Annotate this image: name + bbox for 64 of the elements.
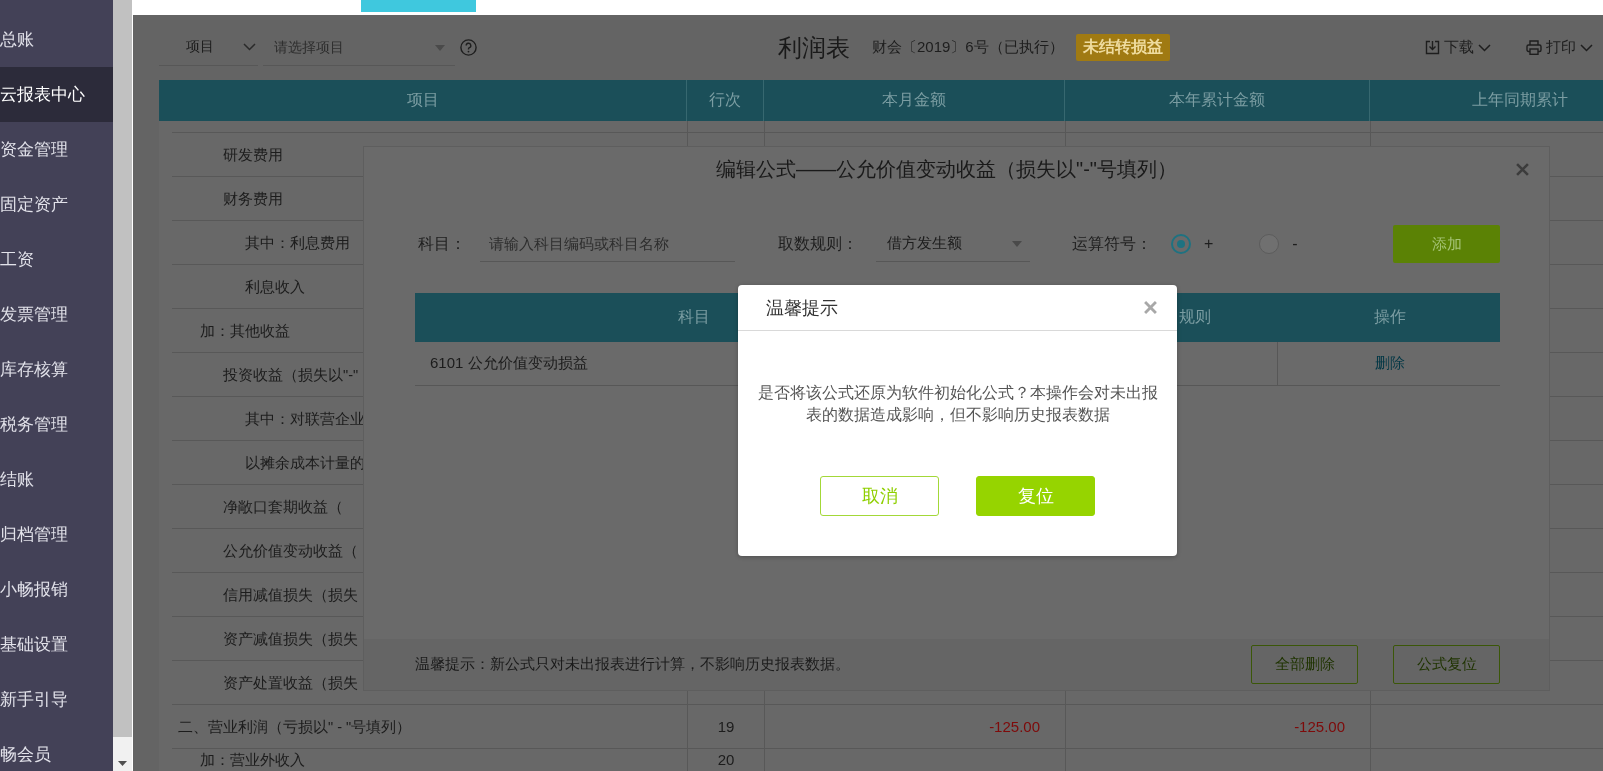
row-label: 财务费用 — [223, 189, 283, 208]
chevron-down-icon — [1580, 43, 1593, 52]
sidebar-item[interactable]: 畅会员 — [0, 727, 113, 771]
row-label: 信用减值损失（损失 — [223, 585, 358, 604]
column-header: 行次 — [687, 80, 764, 121]
footer-note: 温馨提示：新公式只对未出报表进行计算，不影响历史报表数据。 — [415, 655, 850, 674]
radio-icon[interactable] — [1171, 234, 1191, 254]
alert-title: 温馨提示 — [766, 296, 838, 320]
sidebar-item[interactable]: 结账 — [0, 452, 113, 507]
scroll-down-arrow-icon[interactable] — [118, 761, 127, 766]
column-header: 本月金额 — [764, 80, 1065, 121]
row-label: 加：其他收益 — [200, 321, 290, 340]
sidebar-item[interactable]: 小畅报销 — [0, 562, 113, 617]
row-label: 研发费用 — [223, 145, 283, 164]
sidebar-item[interactable]: 归档管理 — [0, 507, 113, 562]
column-header: 本年累计金额 — [1065, 80, 1370, 121]
row-label: 资产减值损失（损失 — [223, 629, 358, 648]
printer-icon — [1526, 40, 1542, 55]
close-icon[interactable] — [1516, 163, 1529, 176]
row-label: 二、营业利润（亏损以" - "号填列） — [178, 717, 412, 736]
row-label: 利息收入 — [245, 277, 305, 296]
sidebar-item[interactable]: 税务管理 — [0, 397, 113, 452]
sidebar-item[interactable]: 云报表中心 — [0, 67, 113, 122]
alert-message: 是否将该公式还原为软件初始化公式？本操作会对未出报表的数据造成影响，但不影响历史报表数据 — [756, 383, 1159, 425]
close-icon[interactable] — [1144, 301, 1157, 314]
table-cell: -125.00 — [764, 705, 1065, 748]
sidebar-item[interactable]: 工资 — [0, 232, 113, 287]
field-label: 科目： — [418, 233, 466, 254]
column-header: 上年同期累计 — [1370, 80, 1603, 121]
sidebar-item[interactable]: 发票管理 — [0, 287, 113, 342]
column-header: 项目 — [159, 80, 687, 121]
chevron-down-icon — [1478, 43, 1491, 52]
caret-down-icon — [1012, 240, 1022, 247]
help-icon[interactable] — [460, 39, 477, 56]
report-title: 利润表 — [778, 32, 850, 63]
table-cell: 6101 公允价值变动损益 — [430, 354, 588, 373]
standard-text: 财会〔2019〕6号（已执行） — [872, 38, 1064, 57]
table-cell: 20 — [687, 749, 764, 771]
field-label: 运算符号： — [1072, 233, 1152, 254]
subject-input-field[interactable]: 请输入科目编码或科目名称 — [480, 226, 735, 262]
sidebar-item[interactable]: 资金管理 — [0, 122, 113, 177]
column-header: 科目 — [678, 307, 710, 327]
row-label: 资产处置收益（损失 — [223, 673, 358, 692]
row-label: 加：营业外收入 — [200, 751, 305, 769]
table-cell: 19 — [687, 705, 764, 748]
column-header: 规则 — [1179, 307, 1211, 327]
chevron-down-icon — [243, 43, 256, 51]
column-header: 操作 — [1373, 307, 1406, 327]
caret-down-icon — [435, 44, 445, 51]
dialog-title: 编辑公式——公允价值变动收益（损失以"-"号填列） — [716, 157, 1177, 182]
table-cell: -125.00 — [1065, 705, 1370, 748]
download-icon — [1425, 40, 1440, 55]
row-label: 其中：对联营企业 — [245, 409, 365, 428]
row-label: 投资收益（损失以"-" — [223, 365, 359, 384]
sidebar-item[interactable]: 基础设置 — [0, 617, 113, 672]
row-label: 净敞口套期收益（ — [223, 497, 343, 516]
row-label: 公允价值变动收益（ — [223, 541, 358, 560]
status-badge: 未结转损益 — [1075, 34, 1170, 61]
sidebar-item[interactable]: 总账 — [0, 12, 113, 67]
sidebar-item[interactable]: 库存核算 — [0, 342, 113, 397]
sidebar-item[interactable]: 固定资产 — [0, 177, 113, 232]
row-label: 其中：利息费用 — [245, 233, 350, 252]
field-label: 取数规则： — [778, 233, 858, 254]
sidebar-item[interactable]: 新手引导 — [0, 672, 113, 727]
